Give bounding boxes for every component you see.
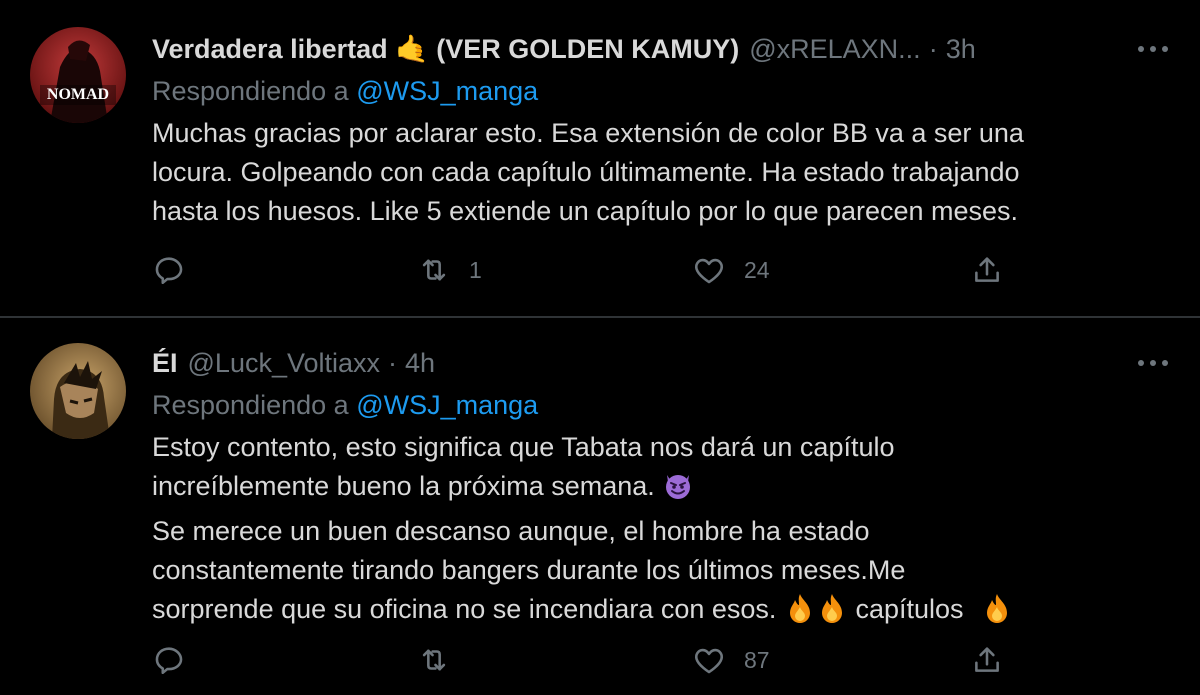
tweet-text-line: Estoy contento, esto significa que Tabat… <box>152 432 895 462</box>
tweet-text-line: constantemente tirando bangers durante l… <box>152 555 906 585</box>
tweet-text-segment: increíblemente bueno la próxima semana. <box>152 471 655 501</box>
replying-prefix: Respondiendo a <box>152 76 349 106</box>
avatar[interactable]: NOMAD <box>30 27 126 123</box>
heart-icon <box>695 258 723 284</box>
reply-button[interactable] <box>152 640 204 680</box>
retweet-button[interactable] <box>417 640 469 680</box>
retweet-icon <box>422 649 446 671</box>
separator-dot: · <box>388 348 398 378</box>
tweet-text-line: Muchas gracias por aclarar esto. Esa ext… <box>152 118 1024 148</box>
reply-icon <box>155 647 183 675</box>
tweet-header: ÉI @Luck_Voltiaxx · 4h <box>152 342 1170 384</box>
tweet-content: Verdadera libertad 🤙 (VER GOLDEN KAMUY) … <box>152 28 1170 231</box>
mention-link[interactable]: @WSJ_manga <box>356 390 538 420</box>
mention-link[interactable]: @WSJ_manga <box>356 76 538 106</box>
retweet-count: 1 <box>469 256 482 283</box>
action-bar: 87 <box>152 640 1022 680</box>
user-handle[interactable]: @xRELAXN... <box>749 28 920 70</box>
tweet-text-segment: capítulos <box>855 594 964 624</box>
smiling-devil-emoji <box>662 469 694 512</box>
tweet-text-line-with-emoji: sorprende que su oficina no se incendiar… <box>152 590 1170 635</box>
fire-emoji <box>784 592 816 635</box>
retweet-icon <box>422 259 446 281</box>
tweet-text-line: hasta los huesos. Like 5 extiende un cap… <box>152 196 1019 226</box>
tweet-text-segment: sorprende que su oficina no se incendiar… <box>152 594 777 624</box>
avatar[interactable] <box>30 343 126 439</box>
display-name[interactable]: Verdadera libertad 🤙 (VER GOLDEN KAMUY) <box>152 28 739 70</box>
user-handle[interactable]: @Luck_Voltiaxx <box>188 342 381 384</box>
fire-emoji <box>816 592 848 635</box>
avatar-logo-text: NOMAD <box>47 86 109 103</box>
reply-button[interactable] <box>152 250 204 290</box>
like-button[interactable]: 24 <box>692 250 770 290</box>
action-bar: 1 24 <box>152 250 1022 290</box>
reply-icon <box>155 257 183 285</box>
fire-emoji <box>981 592 1013 635</box>
replying-to: Respondiendo a @WSJ_manga <box>152 72 1170 110</box>
tweet-2[interactable]: ÉI @Luck_Voltiaxx · 4h Respondiendo a @W… <box>0 318 1200 695</box>
replying-prefix: Respondiendo a <box>152 390 349 420</box>
share-button[interactable] <box>970 640 1004 680</box>
display-name[interactable]: ÉI <box>152 342 178 384</box>
tweet-text-line-with-emoji: increíblemente bueno la próxima semana. <box>152 467 1170 512</box>
share-icon <box>975 257 999 282</box>
like-count: 24 <box>744 256 770 283</box>
heart-icon <box>695 648 723 674</box>
retweet-button[interactable]: 1 <box>417 250 482 290</box>
more-icon[interactable] <box>1138 28 1168 70</box>
share-icon <box>975 647 999 672</box>
more-icon[interactable] <box>1138 342 1168 384</box>
replying-to: Respondiendo a @WSJ_manga <box>152 386 1170 424</box>
separator-dot: · <box>928 34 938 64</box>
tweet-text-line: Se merece un buen descanso aunque, el ho… <box>152 516 870 546</box>
timestamp[interactable]: 3h <box>946 28 976 70</box>
tweet-text-line: locura. Golpeando con cada capítulo últi… <box>152 157 1020 187</box>
tweet-1[interactable]: NOMAD Verdadera libertad 🤙 (VER GOLDEN K… <box>0 0 1200 318</box>
tweet-header: Verdadera libertad 🤙 (VER GOLDEN KAMUY) … <box>152 28 1170 70</box>
tweet-content: ÉI @Luck_Voltiaxx · 4h Respondiendo a @W… <box>152 342 1170 635</box>
share-button[interactable] <box>970 250 1004 290</box>
like-count: 87 <box>744 646 770 673</box>
like-button[interactable]: 87 <box>692 640 770 680</box>
tweet-text: Estoy contento, esto significa que Tabat… <box>152 428 1170 635</box>
tweet-text: Muchas gracias por aclarar esto. Esa ext… <box>152 114 1170 231</box>
timestamp[interactable]: 4h <box>405 342 435 384</box>
